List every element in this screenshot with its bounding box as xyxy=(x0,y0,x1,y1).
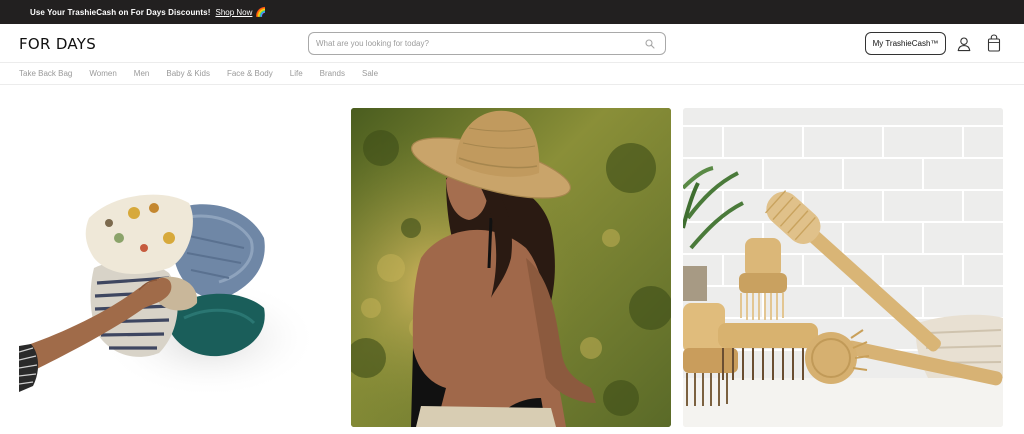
logo[interactable]: FOR DAYS xyxy=(19,35,96,53)
nav-item-baby-kids[interactable]: Baby & Kids xyxy=(166,69,210,78)
nav-item-take-back-bag[interactable]: Take Back Bag xyxy=(19,69,72,78)
search-bar[interactable] xyxy=(308,32,666,55)
shopping-bag-icon[interactable] xyxy=(986,34,1002,52)
user-icon[interactable] xyxy=(956,36,972,52)
search-input[interactable] xyxy=(309,33,641,54)
rainbow-emoji: 🌈 xyxy=(255,6,267,17)
promo-bar: Use Your TrashieCash on For Days Discoun… xyxy=(0,0,1024,24)
nav-item-face-body[interactable]: Face & Body xyxy=(227,69,273,78)
nav-item-brands[interactable]: Brands xyxy=(320,69,345,78)
search-icon[interactable] xyxy=(641,35,659,53)
my-trashiecash-button[interactable]: My TrashieCash™ xyxy=(865,32,946,55)
clothing-pile-photo[interactable] xyxy=(19,108,340,427)
nav-item-women[interactable]: Women xyxy=(89,69,116,78)
woman-in-sun-hat-photo[interactable] xyxy=(351,108,671,427)
nav-item-sale[interactable]: Sale xyxy=(362,69,378,78)
main-nav: Take Back Bag Women Men Baby & Kids Face… xyxy=(0,63,1024,84)
nav-divider xyxy=(0,84,1024,85)
shop-now-link[interactable]: Shop Now xyxy=(216,8,253,17)
bamboo-brushes-photo[interactable] xyxy=(683,108,1003,427)
promo-text: Use Your TrashieCash on For Days Discoun… xyxy=(30,7,211,17)
nav-item-men[interactable]: Men xyxy=(134,69,150,78)
nav-item-life[interactable]: Life xyxy=(290,69,303,78)
header: FOR DAYS My TrashieCash™ xyxy=(0,24,1024,62)
